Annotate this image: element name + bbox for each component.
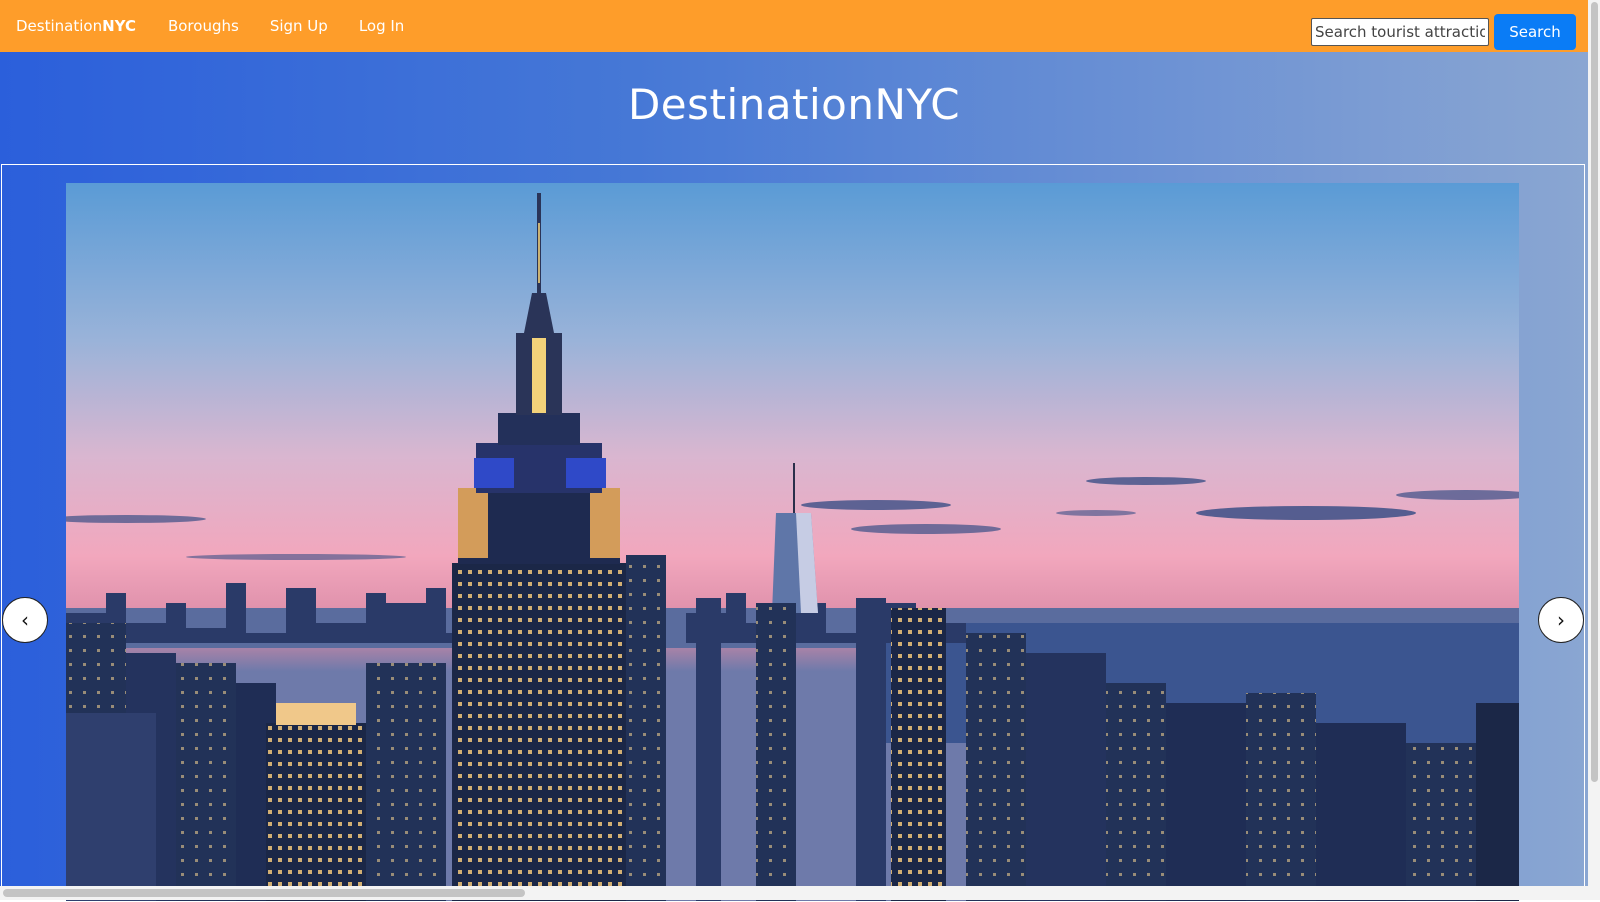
page-title: DestinationNYC (627, 80, 961, 129)
vertical-scrollbar[interactable] (1588, 0, 1600, 900)
brand-text: Destination (16, 17, 103, 35)
nyc-skyline-image (66, 183, 1519, 901)
horizontal-scrollbar-thumb[interactable] (3, 889, 525, 897)
nav-link-sign-up[interactable]: Sign Up (270, 17, 328, 35)
brand-text-bold: NYC (102, 17, 136, 35)
brand-logo-link[interactable]: DestinationNYC (16, 17, 136, 35)
horizontal-scrollbar[interactable] (0, 886, 1588, 900)
carousel-next-button[interactable]: › (1538, 597, 1584, 643)
search-form: Search (1311, 14, 1576, 50)
hero-section: DestinationNYC ‹ › (0, 52, 1588, 902)
chevron-right-icon: › (1557, 608, 1565, 632)
chevron-left-icon: ‹ (21, 608, 29, 632)
carousel-slide-image (66, 183, 1519, 901)
vertical-scrollbar-thumb[interactable] (1591, 2, 1598, 782)
carousel-prev-button[interactable]: ‹ (2, 597, 48, 643)
nav-link-log-in[interactable]: Log In (359, 17, 405, 35)
nav-link-boroughs[interactable]: Boroughs (168, 17, 239, 35)
top-navbar: DestinationNYC Boroughs Sign Up Log In S… (0, 0, 1588, 52)
search-input[interactable] (1311, 18, 1489, 46)
search-button[interactable]: Search (1494, 14, 1576, 50)
image-carousel: ‹ › (1, 164, 1585, 902)
